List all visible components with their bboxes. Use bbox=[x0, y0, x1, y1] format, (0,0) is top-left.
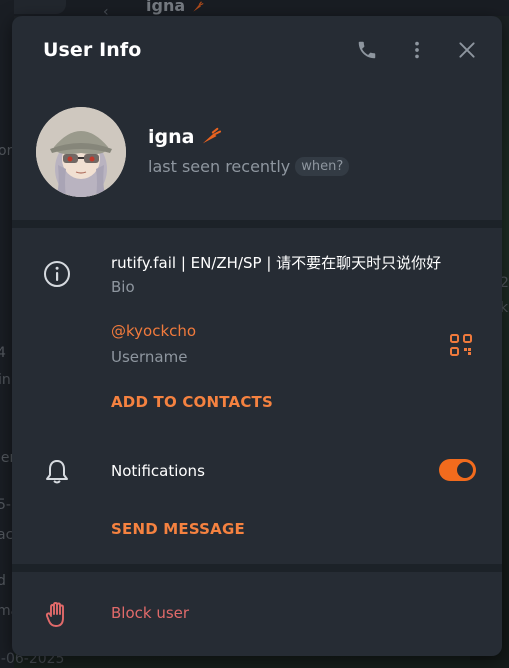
phone-icon bbox=[358, 41, 376, 59]
username-value[interactable]: @kyockcho bbox=[111, 322, 196, 340]
more-button[interactable] bbox=[403, 36, 431, 64]
avatar[interactable] bbox=[36, 107, 126, 197]
send-message-button[interactable]: SEND MESSAGE bbox=[111, 520, 245, 538]
close-icon bbox=[459, 42, 475, 58]
when-button[interactable]: when? bbox=[295, 157, 350, 176]
call-button[interactable] bbox=[353, 36, 381, 64]
toggle-knob bbox=[457, 462, 473, 478]
user-name-text: igna bbox=[148, 126, 195, 148]
bio-label: Bio bbox=[111, 278, 135, 296]
info-icon bbox=[42, 259, 72, 289]
add-to-contacts-button[interactable]: ADD TO CONTACTS bbox=[111, 393, 273, 411]
user-name: igna bbox=[148, 126, 222, 148]
status-text: last seen recently bbox=[148, 157, 291, 176]
bio-value: rutify.fail | EN/ZH/SP | 请不要在聊天时只说你好 bbox=[111, 254, 442, 272]
qr-code-icon bbox=[450, 334, 472, 356]
close-button[interactable] bbox=[453, 36, 481, 64]
section-divider bbox=[12, 220, 502, 228]
user-info-dialog: User Info igna last seen recently when? … bbox=[12, 16, 502, 656]
notifications-toggle[interactable] bbox=[439, 459, 476, 481]
dialog-title: User Info bbox=[43, 39, 142, 61]
hand-stop-icon bbox=[42, 600, 72, 630]
username-label: Username bbox=[111, 348, 188, 366]
section-divider bbox=[12, 564, 502, 572]
notifications-label: Notifications bbox=[111, 462, 205, 480]
last-seen-status: last seen recently when? bbox=[148, 157, 350, 176]
qr-code-button[interactable] bbox=[449, 333, 473, 357]
carrot-icon bbox=[200, 127, 222, 147]
more-vertical-icon bbox=[415, 41, 419, 59]
block-user-button[interactable]: Block user bbox=[111, 604, 189, 622]
bell-icon bbox=[42, 457, 72, 487]
